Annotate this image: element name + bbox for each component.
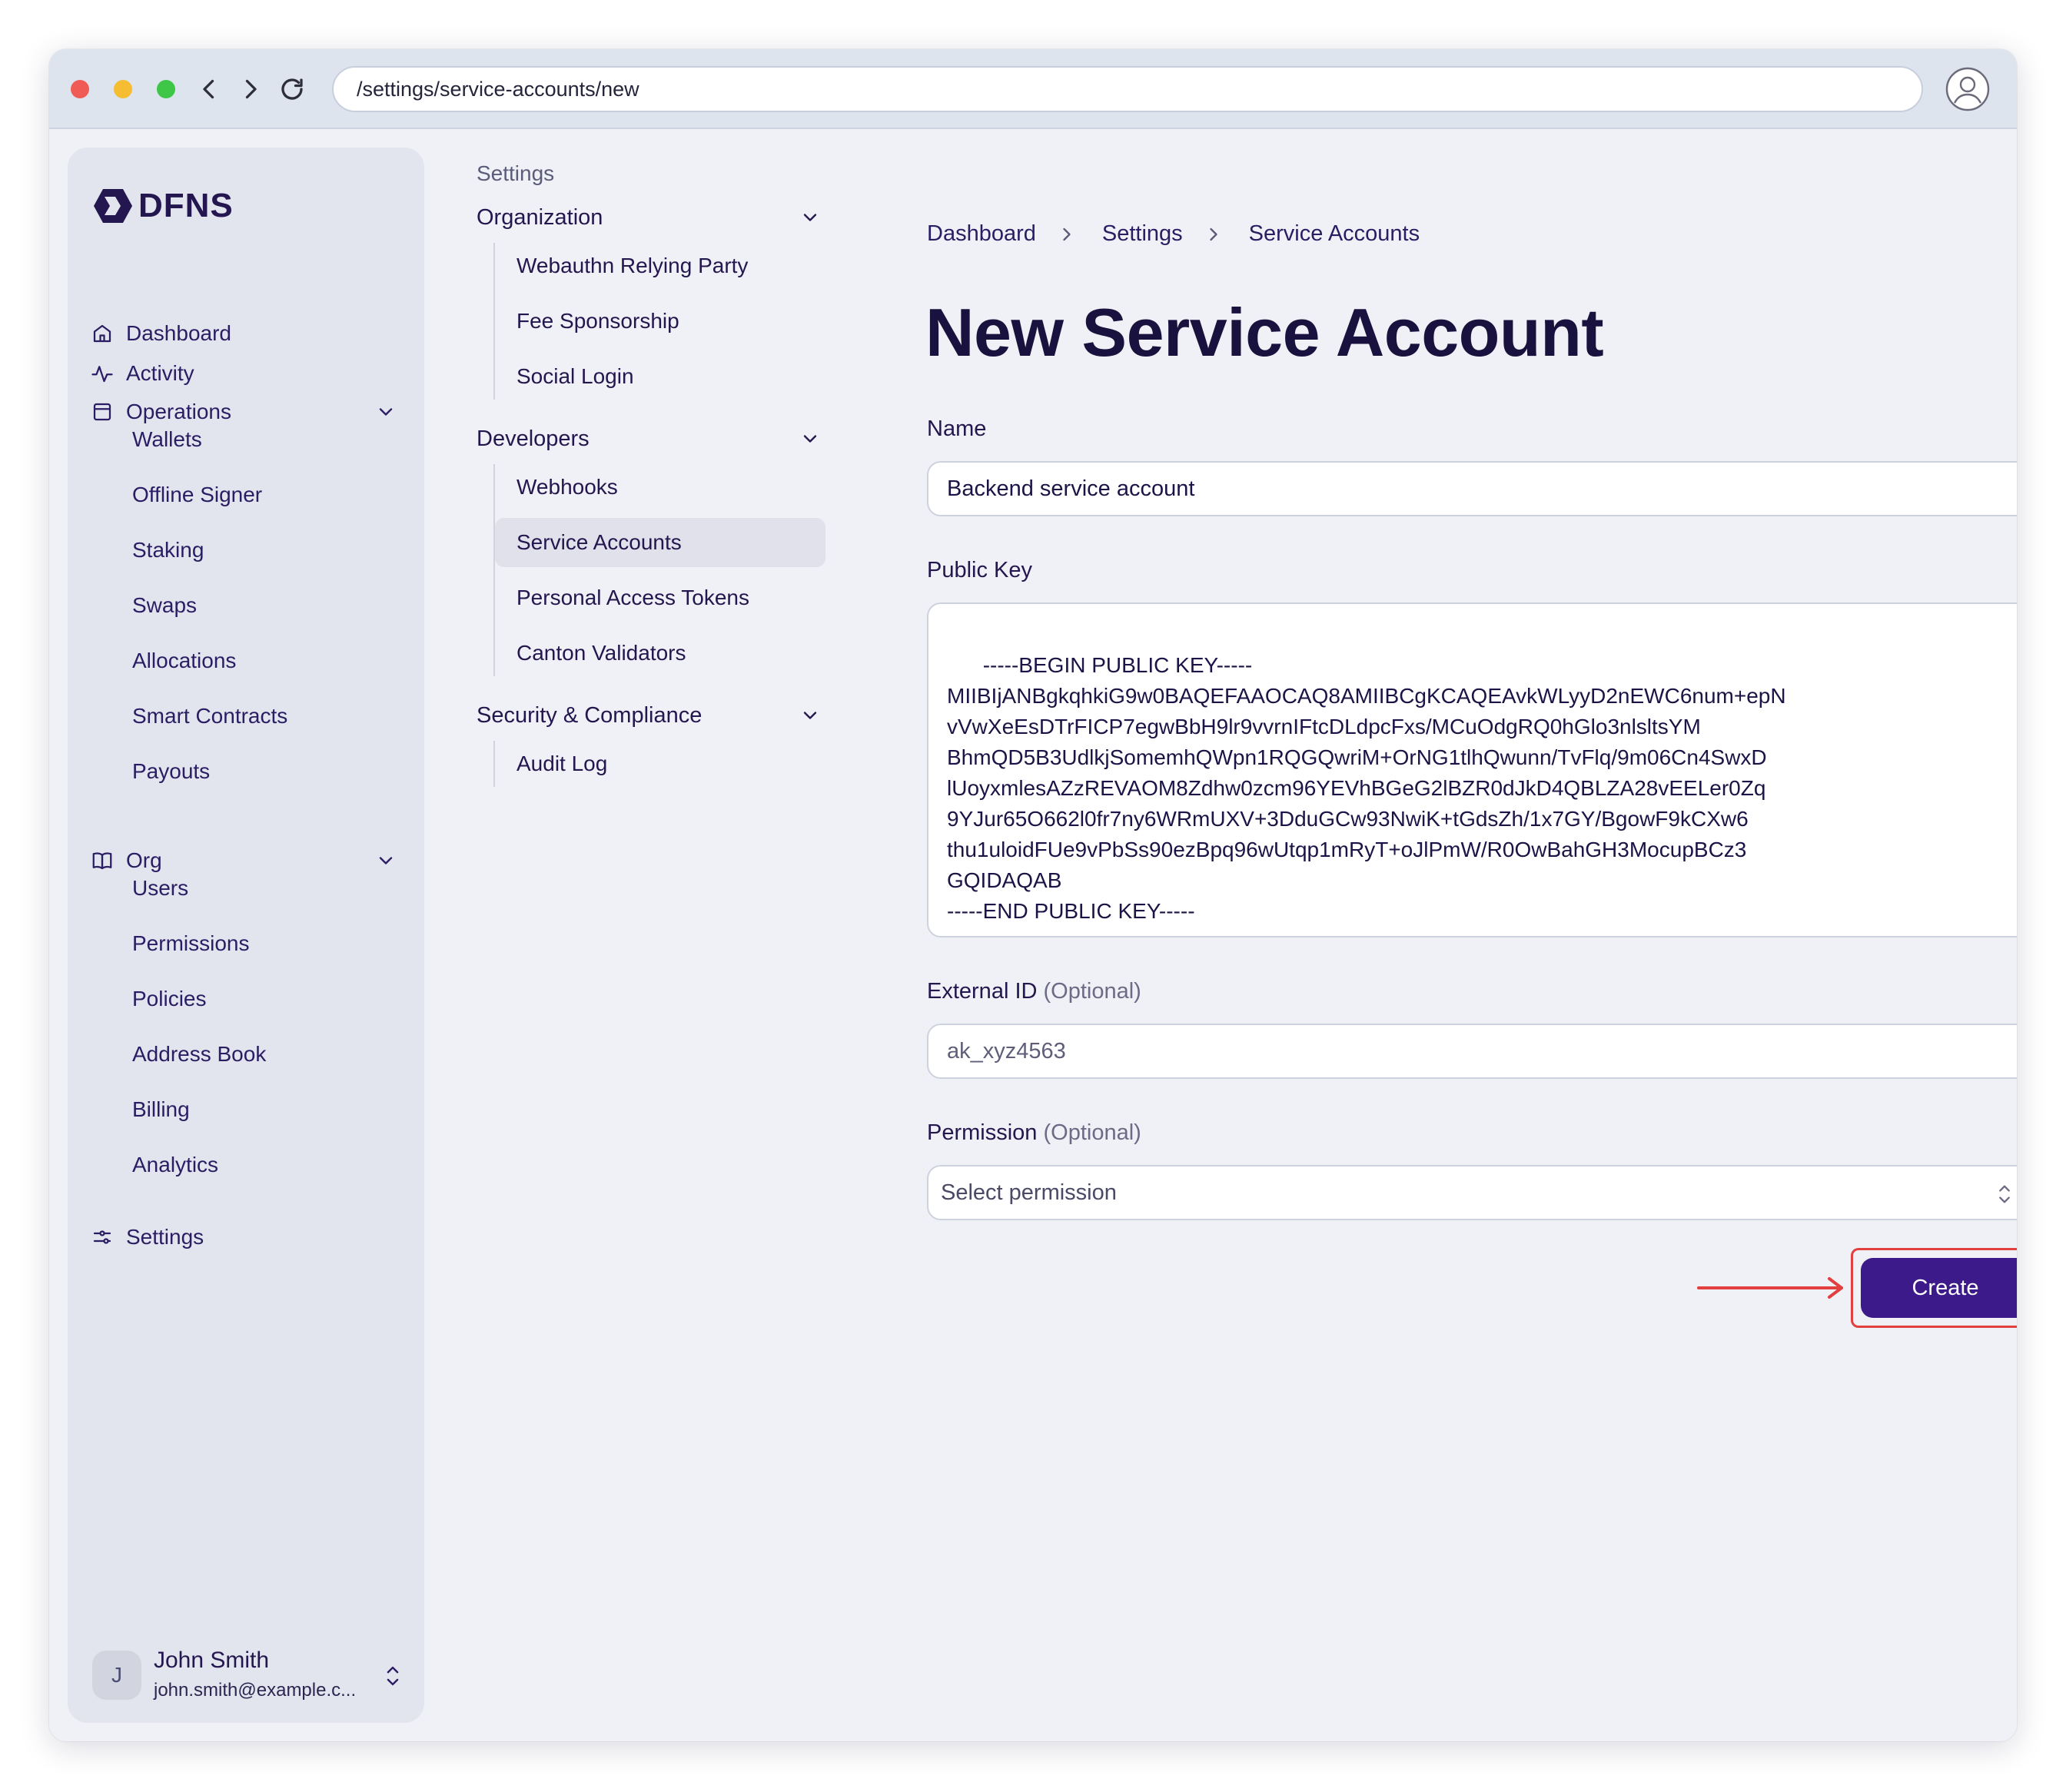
- close-window-button[interactable]: [71, 80, 89, 98]
- external-id-input[interactable]: ak_xyz4563: [927, 1024, 2017, 1079]
- chevron-down-icon: [799, 705, 821, 726]
- book-icon: [91, 849, 114, 872]
- settings-item-personal-access-tokens[interactable]: Personal Access Tokens: [495, 573, 825, 622]
- address-bar[interactable]: /settings/service-accounts/new: [332, 66, 1923, 112]
- reload-button[interactable]: [275, 72, 309, 106]
- optional-tag: (Optional): [1043, 1120, 1141, 1145]
- browser-profile-button[interactable]: [1945, 66, 1991, 112]
- chevron-down-icon[interactable]: [375, 850, 397, 871]
- sidebar-item-analytics[interactable]: Analytics: [132, 1143, 218, 1186]
- reload-icon: [281, 78, 303, 100]
- dfns-logo[interactable]: DFNS: [92, 184, 234, 227]
- annotation-arrow-icon: [1697, 1276, 1846, 1300]
- permission-select-value: Select permission: [941, 1180, 1117, 1205]
- name-label: Name: [927, 416, 987, 441]
- sidebar-item-operations[interactable]: Operations: [68, 389, 424, 435]
- create-button-highlight: Create: [1851, 1248, 2017, 1328]
- chevron-down-icon: [799, 207, 821, 228]
- settings-group-organization[interactable]: Organization: [477, 198, 830, 237]
- public-key-value: -----BEGIN PUBLIC KEY----- MIIBIjANBgkqh…: [947, 653, 1786, 923]
- chevron-left-icon: [203, 79, 214, 99]
- sidebar-item-label: Dashboard: [126, 321, 231, 345]
- sidebar-item-policies[interactable]: Policies: [132, 977, 206, 1020]
- name-input[interactable]: Backend service account: [927, 461, 2017, 516]
- chevron-up-down-icon[interactable]: [381, 1663, 404, 1689]
- settings-group-label: Organization: [477, 204, 603, 230]
- sidebar-item-dashboard[interactable]: Dashboard: [68, 310, 424, 357]
- public-key-label: Public Key: [927, 558, 1033, 582]
- sidebar-item-label: Activity: [126, 361, 194, 385]
- forward-button[interactable]: [234, 72, 267, 106]
- sidebar-item-payouts[interactable]: Payouts: [132, 750, 210, 793]
- chevron-down-icon: [799, 428, 821, 450]
- settings-group-developers[interactable]: Developers: [477, 420, 830, 458]
- chevron-down-icon[interactable]: [375, 401, 397, 423]
- chevron-right-icon: [1056, 224, 1078, 245]
- settings-item-fee-sponsorship[interactable]: Fee Sponsorship: [495, 297, 825, 346]
- sidebar-item-org[interactable]: Org: [68, 838, 424, 884]
- resize-handle-icon[interactable]: [2012, 916, 2017, 936]
- user-account-switcher[interactable]: J John Smith john.smith@example.c...: [92, 1646, 407, 1707]
- user-name: John Smith: [154, 1648, 270, 1673]
- dfns-logo-icon: [94, 189, 132, 223]
- settings-nav-title: Settings: [477, 161, 555, 185]
- settings-item-social-login[interactable]: Social Login: [495, 352, 825, 401]
- maximize-window-button[interactable]: [157, 80, 175, 98]
- optional-tag: (Optional): [1043, 979, 1141, 1004]
- breadcrumb-settings[interactable]: Settings: [1102, 221, 1183, 247]
- chevron-right-icon: [245, 79, 257, 99]
- sidebar: DFNS Dashboard Activity Operations Walle…: [68, 148, 424, 1723]
- avatar: J: [92, 1651, 141, 1700]
- breadcrumb-service-accounts[interactable]: Service Accounts: [1249, 221, 1420, 247]
- sidebar-item-permissions[interactable]: Permissions: [132, 922, 249, 965]
- external-id-label: External ID (Optional): [927, 979, 1141, 1004]
- chevron-right-icon: [1203, 224, 1224, 245]
- create-button[interactable]: Create: [1861, 1258, 2017, 1318]
- minimize-window-button[interactable]: [114, 80, 132, 98]
- sidebar-item-smart-contracts[interactable]: Smart Contracts: [132, 695, 287, 738]
- home-icon: [91, 322, 114, 345]
- sidebar-item-wallets[interactable]: Wallets: [132, 418, 202, 461]
- sidebar-item-label: Settings: [126, 1225, 204, 1249]
- settings-group-security-compliance[interactable]: Security & Compliance: [477, 696, 830, 735]
- sidebar-item-staking[interactable]: Staking: [132, 529, 204, 572]
- sidebar-item-allocations[interactable]: Allocations: [132, 639, 236, 682]
- activity-icon: [91, 362, 114, 385]
- settings-item-service-accounts[interactable]: Service Accounts: [495, 518, 825, 567]
- calendar-icon: [91, 400, 114, 423]
- back-button[interactable]: [192, 72, 226, 106]
- settings-item-webauthn-relying-party[interactable]: Webauthn Relying Party: [495, 241, 825, 290]
- settings-group-label: Developers: [477, 426, 590, 451]
- chevron-up-down-icon: [1994, 1182, 2015, 1206]
- breadcrumb-dashboard[interactable]: Dashboard: [927, 221, 1036, 247]
- settings-item-audit-log[interactable]: Audit Log: [495, 739, 825, 788]
- sidebar-item-offline-signer[interactable]: Offline Signer: [132, 473, 262, 516]
- settings-group-label: Security & Compliance: [477, 702, 703, 728]
- sidebar-item-address-book[interactable]: Address Book: [132, 1033, 266, 1076]
- sidebar-item-settings[interactable]: Settings: [68, 1214, 424, 1260]
- settings-item-canton-validators[interactable]: Canton Validators: [495, 629, 825, 678]
- sidebar-item-swaps[interactable]: Swaps: [132, 584, 197, 627]
- permission-select[interactable]: Select permission: [927, 1165, 2017, 1220]
- page-title: New Service Account: [925, 294, 1604, 370]
- brand-name: DFNS: [138, 187, 234, 224]
- browser-window: /settings/service-accounts/new DFNS Dash…: [49, 49, 2017, 1741]
- user-email: john.smith@example.c...: [154, 1680, 357, 1701]
- browser-titlebar: /settings/service-accounts/new: [49, 49, 2017, 129]
- sliders-icon: [91, 1226, 114, 1249]
- breadcrumb: Dashboard Settings Service Accounts: [927, 221, 1420, 247]
- sidebar-item-users[interactable]: Users: [132, 867, 188, 910]
- permission-label-text: Permission: [927, 1120, 1038, 1145]
- settings-item-webhooks[interactable]: Webhooks: [495, 463, 825, 512]
- sidebar-item-billing[interactable]: Billing: [132, 1088, 190, 1131]
- permission-label: Permission (Optional): [927, 1120, 1141, 1146]
- user-circle-icon: [1945, 67, 1990, 111]
- external-id-label-text: External ID: [927, 979, 1038, 1004]
- public-key-textarea[interactable]: -----BEGIN PUBLIC KEY----- MIIBIjANBgkqh…: [927, 602, 2017, 937]
